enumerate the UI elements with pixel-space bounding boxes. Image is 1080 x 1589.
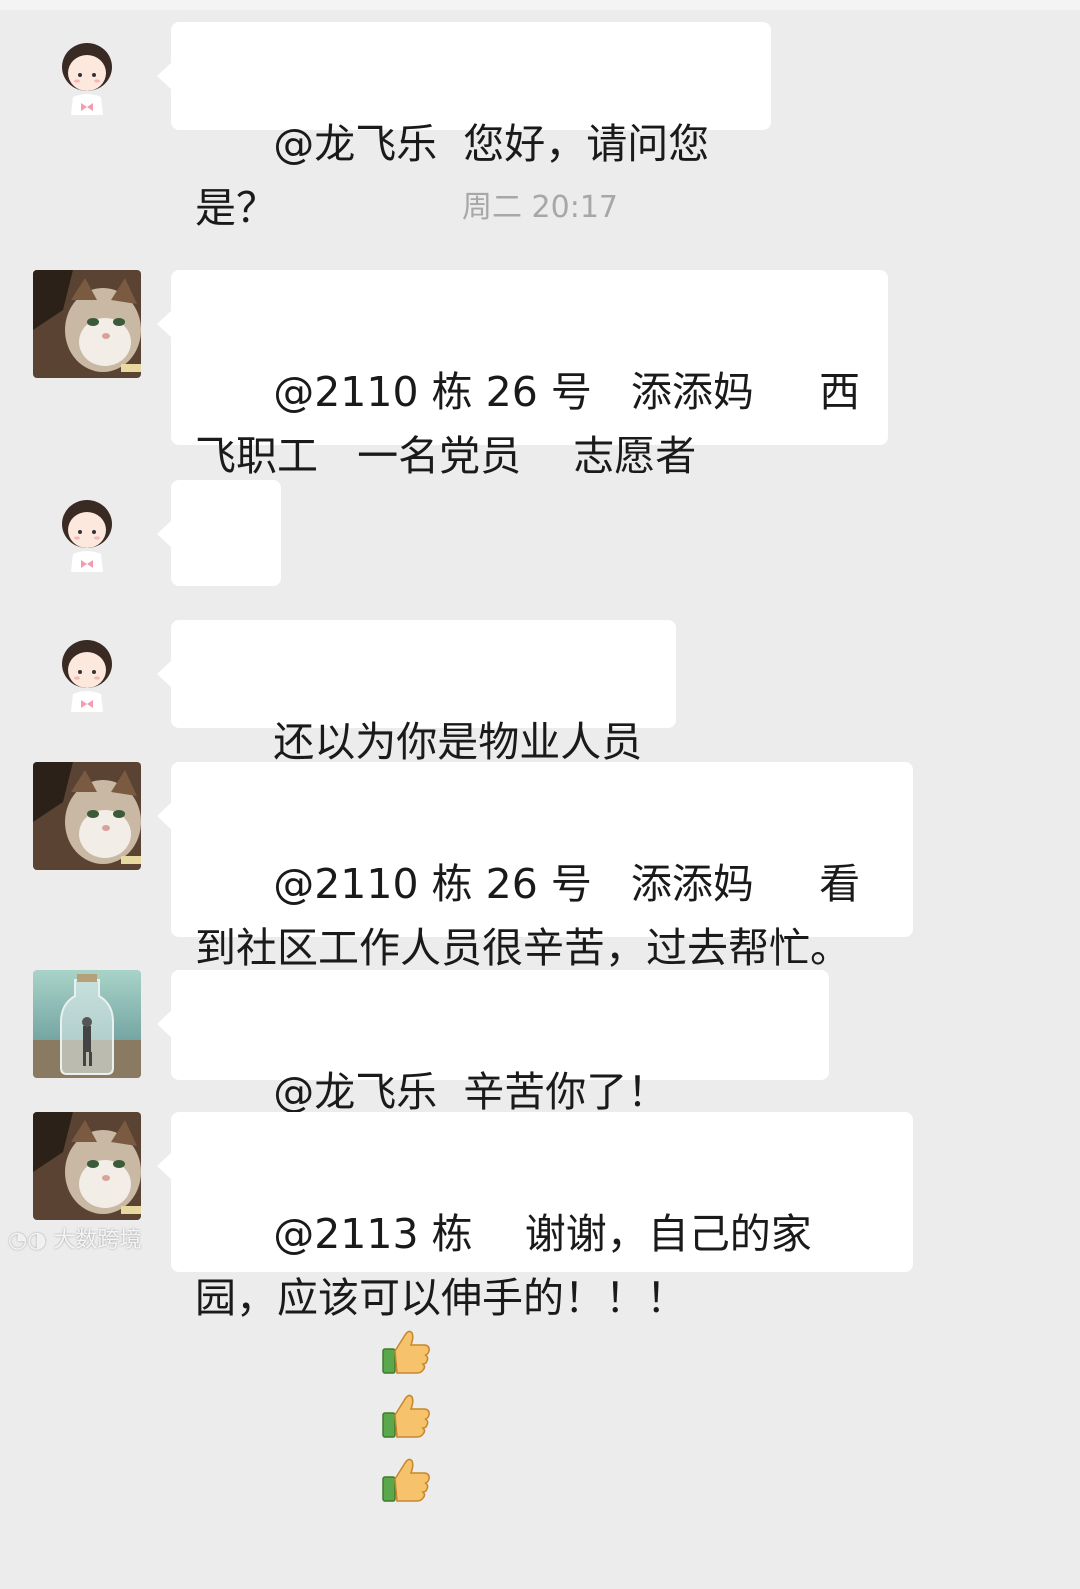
top-divider (0, 0, 1080, 10)
girl-avatar-icon (33, 620, 141, 728)
avatar-girl[interactable] (33, 480, 141, 588)
cat-avatar-icon (33, 1112, 141, 1220)
chat-window: @龙飞乐 您好，请问您是？ 周二 20:17 @2110 栋 26 号 添添妈 … (0, 0, 1080, 1502)
cat-avatar-icon (33, 762, 141, 870)
girl-avatar-icon (33, 480, 141, 588)
bottle-avatar-icon (33, 970, 141, 1078)
message-bubble[interactable]: @2113 栋 谢谢，自己的家园，应该可以伸手的！！！ (157, 1112, 913, 1322)
avatar-cat[interactable] (33, 270, 141, 378)
watermark-logo-icon: ◔◑ (8, 1228, 54, 1253)
avatar-girl[interactable] (33, 23, 141, 131)
cat-avatar-icon (33, 270, 141, 378)
avatar-girl[interactable] (33, 620, 141, 728)
avatar-bottle[interactable] (33, 970, 141, 1078)
message-bubble[interactable]: @2110 栋 26 号 添添妈 看到社区工作人员很辛苦，过去帮忙。 (157, 762, 913, 972)
message-text: @2110 栋 26 号 添添妈 看到社区工作人员很辛苦，过去帮忙。 (195, 860, 861, 972)
girl-avatar-icon (33, 23, 141, 131)
watermark: ◔◑ 大数跨境 (8, 1222, 141, 1254)
message-text: @龙飞乐 辛苦你了！ (273, 1068, 669, 1116)
message-text: @2110 栋 26 号 添添妈 西飞职工 一名党员 志愿者 (195, 368, 861, 480)
watermark-text: 大数跨境 (53, 1228, 142, 1253)
message-bubble[interactable]: @龙飞乐 辛苦你了！ (157, 970, 829, 1502)
message-bubble[interactable]: 哦， (157, 480, 281, 690)
avatar-cat[interactable] (33, 762, 141, 870)
timestamp: 周二 20:17 (462, 190, 618, 225)
message-bubble[interactable]: @龙飞乐 您好，请问您是？ (157, 22, 771, 232)
message-text: @2113 栋 谢谢，自己的家园，应该可以伸手的！！！ (195, 1210, 812, 1322)
message-bubble[interactable]: @2110 栋 26 号 添添妈 西飞职工 一名党员 志愿者 (157, 270, 888, 480)
avatar-cat[interactable] (33, 1112, 141, 1220)
message-bubble[interactable]: 还以为你是物业人员呢 (157, 620, 676, 830)
thumbs-up-icon (379, 1323, 435, 1502)
